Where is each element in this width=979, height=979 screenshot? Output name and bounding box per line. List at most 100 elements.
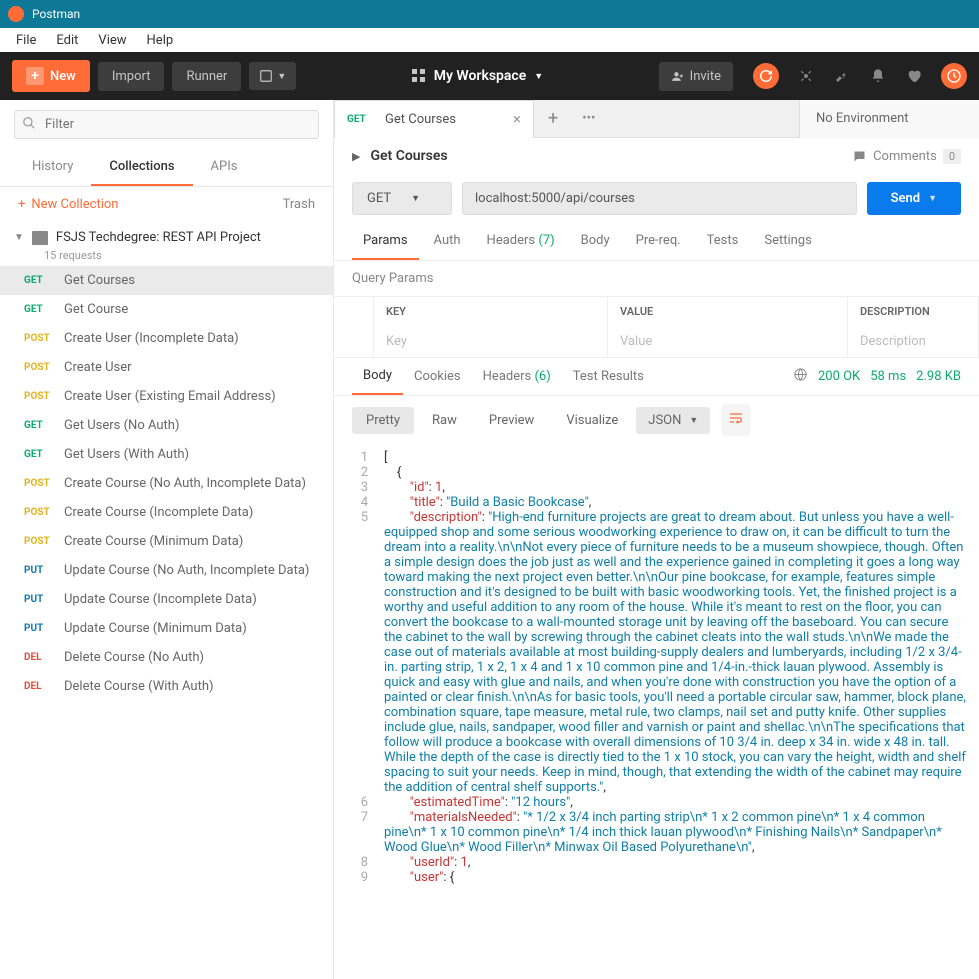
list-item[interactable]: POSTCreate User [0, 353, 333, 382]
menu-file[interactable]: File [6, 30, 46, 51]
query-params-table: KEY VALUE DESCRIPTION Key Value Descript… [334, 296, 979, 358]
grid-icon [412, 69, 426, 83]
invite-button[interactable]: Invite [659, 62, 733, 91]
menu-bar: File Edit View Help [0, 28, 979, 52]
response-time: 58 ms [870, 369, 906, 384]
url-input[interactable]: localhost:5000/api/courses [462, 182, 857, 215]
list-item[interactable]: DELDelete Course (No Auth) [0, 643, 333, 672]
chevron-right-icon[interactable]: ▶ [352, 150, 360, 163]
tab-auth[interactable]: Auth [423, 223, 472, 260]
plus-icon: + [18, 197, 25, 212]
status-text: 200 OK [818, 369, 860, 384]
list-item[interactable]: GETGet Courses [0, 266, 333, 295]
request-tab[interactable]: GET Get Courses × [334, 100, 534, 138]
list-item[interactable]: PUTUpdate Course (No Auth, Incomplete Da… [0, 556, 333, 585]
tab-apis[interactable]: APIs [193, 149, 256, 186]
response-body[interactable]: 1[2 {3 "id": 1,4 "title": "Build a Basic… [334, 444, 979, 979]
window-title-bar: Postman [0, 0, 979, 28]
bell-icon[interactable] [869, 67, 887, 85]
request-title: Get Courses [370, 148, 447, 164]
workspace-selector[interactable]: My Workspace ▼ [412, 68, 543, 84]
send-button[interactable]: Send ▼ [867, 182, 961, 215]
tab-prereq[interactable]: Pre-req. [625, 223, 692, 260]
tab-resp-test[interactable]: Test Results [562, 359, 655, 394]
list-item[interactable]: GETGet Users (No Auth) [0, 411, 333, 440]
list-item[interactable]: POSTCreate User (Existing Email Address) [0, 382, 333, 411]
tab-params[interactable]: Params [352, 223, 419, 260]
menu-view[interactable]: View [88, 30, 136, 51]
tab-settings[interactable]: Settings [753, 223, 822, 260]
menu-help[interactable]: Help [137, 30, 184, 51]
key-input[interactable]: Key [374, 326, 608, 357]
caret-down-icon: ▼ [411, 193, 420, 204]
new-collection-button[interactable]: + New Collection [18, 197, 118, 212]
import-button[interactable]: Import [98, 62, 165, 91]
person-add-icon [671, 70, 684, 83]
tab-more-button[interactable]: ••• [572, 111, 605, 126]
list-item[interactable]: POSTCreate Course (No Auth, Incomplete D… [0, 469, 333, 498]
expand-icon: ▼ [14, 232, 24, 243]
request-list: GETGet CoursesGETGet CoursePOSTCreate Us… [0, 266, 333, 701]
search-icon [22, 116, 36, 134]
comment-icon [852, 149, 867, 164]
response-size: 2.98 KB [916, 369, 961, 384]
list-item[interactable]: PUTUpdate Course (Incomplete Data) [0, 585, 333, 614]
col-value: VALUE [608, 297, 848, 326]
preview-button[interactable]: Preview [475, 407, 548, 434]
satellite-icon[interactable] [797, 67, 815, 85]
close-icon[interactable]: × [513, 110, 521, 128]
tab-headers[interactable]: Headers (7) [476, 223, 566, 260]
runner-button[interactable]: Runner [172, 62, 241, 91]
query-params-title: Query Params [334, 261, 979, 296]
raw-button[interactable]: Raw [418, 407, 471, 434]
sidebar-tabs: History Collections APIs [0, 149, 333, 187]
list-item[interactable]: GETGet Course [0, 295, 333, 324]
format-selector[interactable]: JSON▼ [636, 407, 710, 434]
list-item[interactable]: POSTCreate Course (Incomplete Data) [0, 498, 333, 527]
sidebar: History Collections APIs + New Collectio… [0, 100, 334, 979]
tab-history[interactable]: History [14, 149, 91, 186]
tab-collections[interactable]: Collections [91, 149, 192, 186]
tab-bar: GET Get Courses × + ••• No Environment [334, 100, 979, 138]
trash-link[interactable]: Trash [283, 197, 315, 212]
open-new-button[interactable]: ▼ [249, 62, 296, 90]
tab-resp-cookies[interactable]: Cookies [403, 359, 472, 394]
environment-selector[interactable]: No Environment [799, 100, 979, 138]
collection-subtitle: 15 requests [0, 249, 333, 262]
col-desc: DESCRIPTION [848, 297, 979, 326]
globe-icon[interactable] [793, 367, 808, 386]
tab-resp-headers[interactable]: Headers (6) [472, 359, 562, 394]
list-item[interactable]: POSTCreate Course (Minimum Data) [0, 527, 333, 556]
visualize-button[interactable]: Visualize [552, 407, 632, 434]
list-item[interactable]: DELDelete Course (With Auth) [0, 672, 333, 701]
wrench-icon[interactable] [833, 67, 851, 85]
method-selector[interactable]: GET ▼ [352, 182, 452, 215]
sync-icon[interactable] [753, 63, 779, 89]
list-item[interactable]: PUTUpdate Course (Minimum Data) [0, 614, 333, 643]
request-tabs: Params Auth Headers (7) Body Pre-req. Te… [334, 223, 979, 261]
list-item[interactable]: GETGet Users (With Auth) [0, 440, 333, 469]
heart-icon[interactable] [905, 67, 923, 85]
app-title: Postman [32, 7, 80, 21]
avatar[interactable] [941, 63, 967, 89]
tab-add-button[interactable]: + [534, 108, 572, 129]
pretty-button[interactable]: Pretty [352, 407, 414, 434]
comments-button[interactable]: Comments 0 [852, 149, 961, 164]
wrap-lines-button[interactable] [722, 404, 750, 436]
content-area: GET Get Courses × + ••• No Environment ▶… [334, 100, 979, 979]
response-tabs: Body Cookies Headers (6) Test Results 20… [334, 358, 979, 396]
caret-down-icon: ▼ [534, 71, 543, 82]
menu-edit[interactable]: Edit [46, 30, 88, 51]
value-input[interactable]: Value [608, 326, 848, 357]
tab-tests[interactable]: Tests [696, 223, 750, 260]
caret-down-icon: ▼ [928, 193, 937, 204]
desc-input[interactable]: Description [848, 326, 979, 357]
new-button[interactable]: + New [12, 60, 90, 92]
tab-resp-body[interactable]: Body [352, 358, 403, 395]
tab-body[interactable]: Body [570, 223, 621, 260]
filter-input[interactable] [14, 110, 319, 139]
col-key: KEY [374, 297, 608, 326]
view-options: Pretty Raw Preview Visualize JSON▼ [334, 396, 979, 444]
list-item[interactable]: POSTCreate User (Incomplete Data) [0, 324, 333, 353]
plus-icon: + [26, 67, 44, 85]
